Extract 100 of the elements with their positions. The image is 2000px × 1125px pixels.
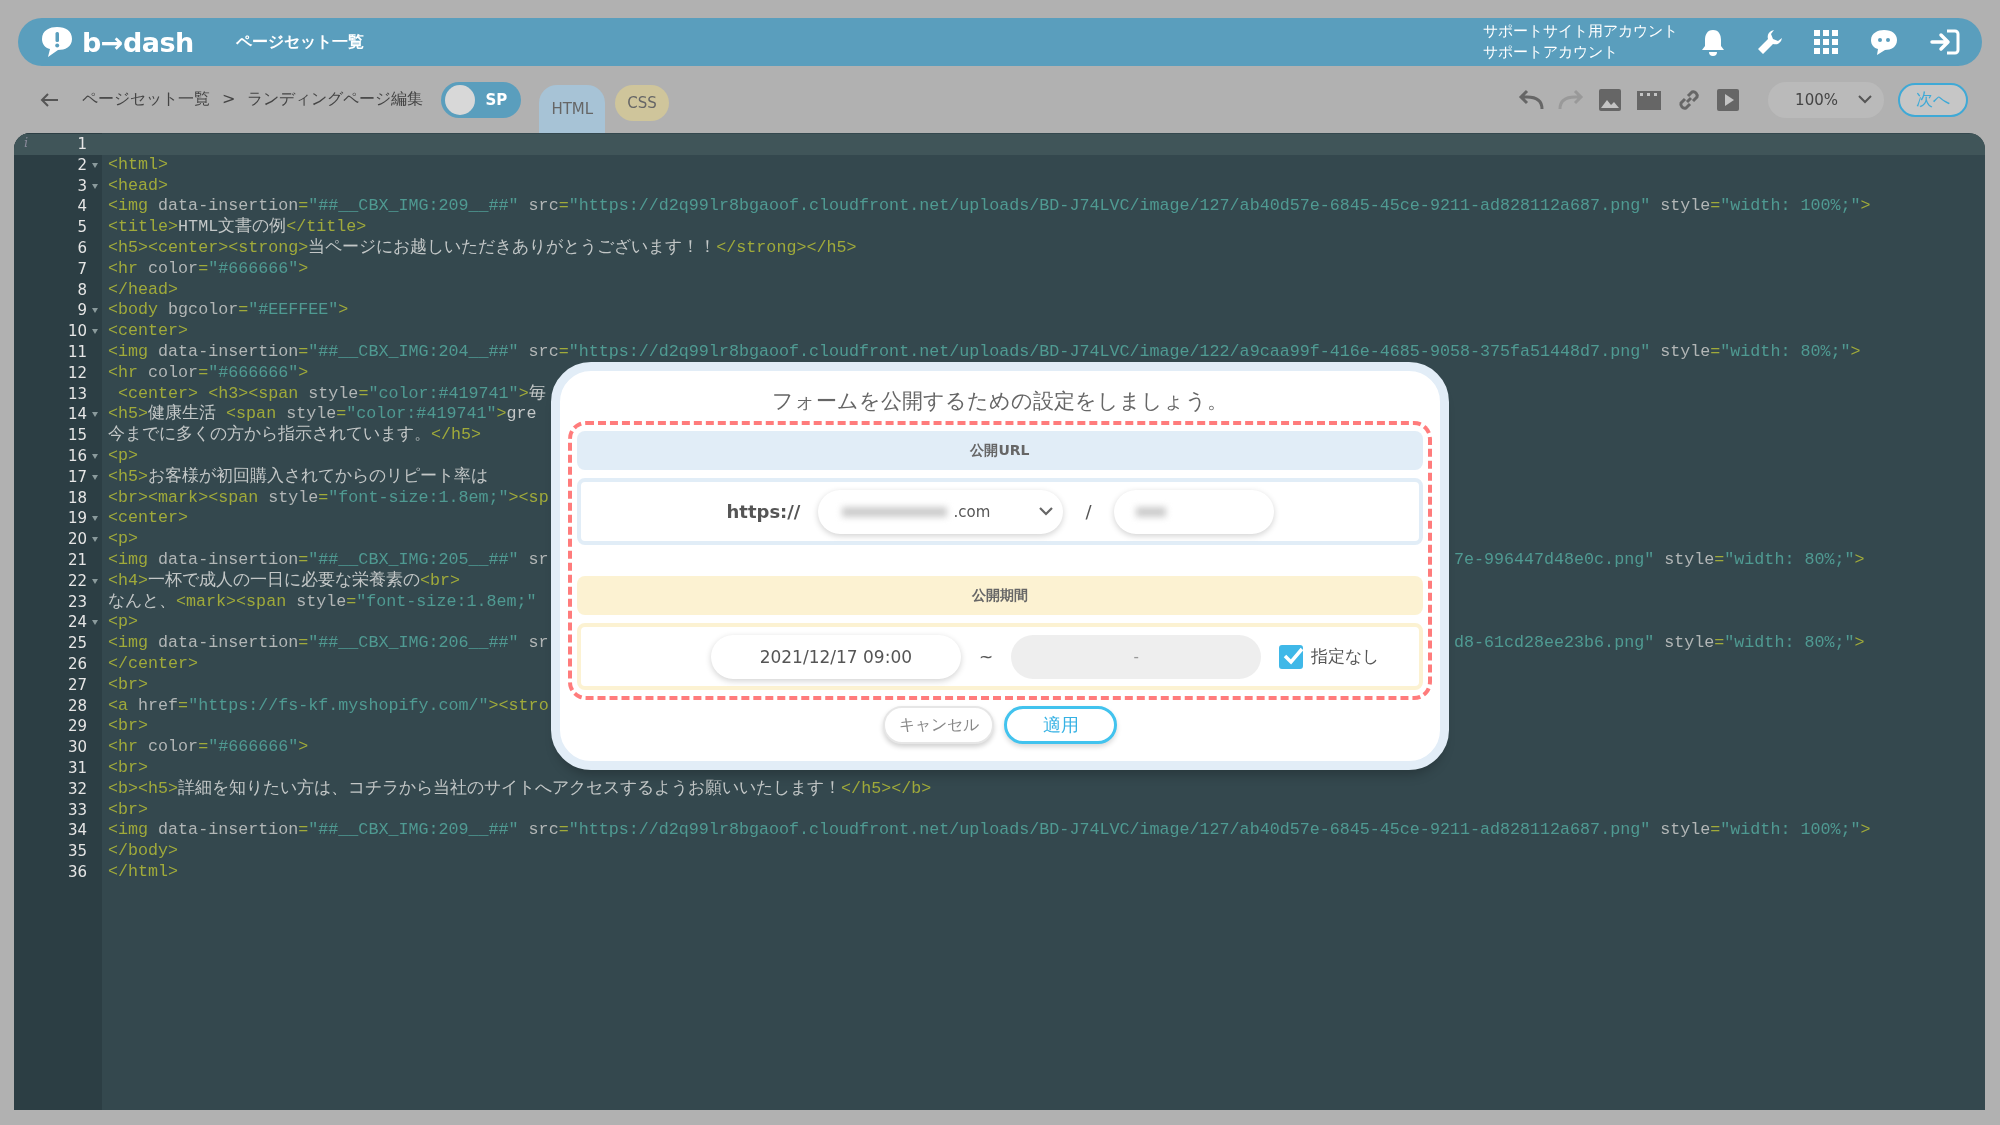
code-line: <hr color="#666666">	[107, 362, 309, 384]
line-number: 19	[14, 508, 102, 530]
code-line: <p>	[107, 612, 139, 634]
image-icon[interactable]	[1598, 87, 1622, 112]
editor-tab[interactable]: CSS	[615, 85, 669, 121]
dialog-title: フォームを公開するための設定をしましょう。	[772, 388, 1228, 415]
line-number: 22	[14, 570, 102, 592]
line-number: 2	[14, 154, 102, 176]
line-number: 9	[14, 300, 102, 322]
line-number: 34	[66, 820, 88, 842]
line-number: 30	[66, 737, 88, 758]
wrench-icon[interactable]	[1756, 28, 1784, 56]
checkbox[interactable]	[1279, 644, 1304, 669]
code-line: <p>	[107, 529, 139, 550]
code-line: <title>HTML文書の例</title>	[107, 217, 367, 238]
redacted-text	[1135, 506, 1166, 517]
line-number: 5	[76, 217, 88, 238]
code-line: <head>	[107, 175, 169, 197]
line-number: 24	[14, 612, 102, 634]
code-line: <center> <h3><span style="color:#419741">毎	[117, 383, 546, 404]
code-line: <br>	[107, 757, 149, 779]
code-line: </center>	[107, 653, 199, 675]
code-line: </html>	[107, 861, 179, 883]
start-date-field[interactable]: 2021/12/17 09:00	[710, 634, 961, 679]
line-number: 36	[66, 861, 88, 883]
code-line: <center>	[107, 508, 189, 530]
code-line: <br>	[107, 799, 149, 821]
account-name: サポートアカウント	[1483, 42, 1619, 63]
cancel-button[interactable]: キャンセル	[883, 706, 994, 744]
fold-icon[interactable]	[92, 516, 98, 522]
code-line: <hr color="#666666">	[107, 258, 309, 280]
undo-icon[interactable]	[1518, 88, 1544, 111]
zoom-select[interactable]: 100%	[1768, 81, 1884, 118]
code-line: <br>	[107, 674, 149, 696]
domain-select[interactable]: .com	[818, 489, 1064, 534]
code-line: <img data-insertion="##__CBX_IMG:209__##" src="https://d2q99lr8bgaoof.cloudfront.net/uploads/BD-J74LVC/image/127/ab40d57e-6845-45ce-9211-ad828112a687.png" style="width: 100%;">	[107, 820, 1871, 842]
line-number: 35	[66, 841, 88, 862]
breadcrumb-item[interactable]: ランディングページ編集	[247, 89, 424, 110]
fold-icon[interactable]	[92, 329, 98, 335]
code-line: <html>	[107, 154, 169, 176]
code-line: <img data-insertion="##__CBX_IMG:206__##" sr	[107, 633, 550, 654]
line-number: 27	[66, 674, 88, 696]
line-number: 11	[66, 341, 88, 363]
line-number: 17	[14, 466, 102, 488]
line-number: 29	[66, 716, 88, 738]
fold-icon[interactable]	[92, 620, 98, 626]
url-scheme: https://	[726, 501, 801, 522]
code-line: <img data-insertion="##__CBX_IMG:204__##" src="https://d2q99lr8bgaoof.cloudfront.net/uploads/BD-J74LVC/image/122/a9caa99f-416e-4685-9058-375fa51448d7.png" style="width: 80%;">	[107, 341, 1861, 363]
line-number: 32	[66, 778, 88, 800]
line-number: 4	[76, 196, 88, 218]
line-number: 23	[66, 591, 88, 613]
caret-icon	[1039, 507, 1054, 516]
checkbox-label: 指定なし	[1311, 645, 1380, 668]
path-field[interactable]	[1113, 489, 1274, 534]
code-line: d8-61cd28ee23b6.png" style="width: 80%;">	[1453, 633, 1865, 654]
fold-icon[interactable]	[92, 162, 98, 168]
line-number: 8	[76, 279, 88, 301]
code-line: <h5>健康生活 <span style="color:#419741">gre	[107, 404, 537, 425]
code-line: 7e-996447d48e0c.png" style="width: 80%;">	[1453, 549, 1865, 571]
code-line: <img data-insertion="##__CBX_IMG:209__##" src="https://d2q99lr8bgaoof.cloudfront.net/uploads/BD-J74LVC/image/127/ab40d57e-6845-45ce-9211-ad828112a687.png" style="width: 100%;">	[107, 196, 1871, 217]
back-arrow-icon[interactable]	[40, 91, 60, 108]
fold-icon[interactable]	[92, 453, 98, 459]
play-icon[interactable]	[1716, 87, 1740, 112]
code-line: <a href="https://fs-kf.myshopify.com/"><stro	[107, 695, 549, 717]
chat-icon[interactable]	[1868, 28, 1900, 56]
range-sign: ~	[978, 646, 994, 667]
fold-icon[interactable]	[92, 474, 98, 480]
fold-icon[interactable]	[92, 183, 98, 189]
logo-text: b→dash	[82, 26, 194, 58]
line-number: 14	[14, 404, 102, 426]
line-number: 16	[14, 445, 102, 467]
editor-tab[interactable]: HTML	[539, 85, 606, 133]
code-line: なんと、<mark><span style="font-size:1.8em;"	[107, 591, 537, 613]
apply-button[interactable]: 適用	[1004, 706, 1117, 744]
line-number: 7	[76, 258, 88, 280]
sign-in-icon[interactable]	[1930, 28, 1960, 56]
device-toggle[interactable]: SP	[441, 81, 522, 118]
page-title: ページセット一覧	[235, 31, 364, 53]
code-line: <h5><center><strong>当ページにお越しいただきありがとうございます！！</strong></h5>	[107, 238, 857, 259]
code-line: <br><mark><span style="font-size:1.8em;"><sp	[107, 487, 549, 509]
bell-icon[interactable]	[1700, 28, 1726, 56]
code-line: <p>	[107, 445, 139, 467]
fold-icon[interactable]	[92, 308, 98, 314]
line-number: 21	[66, 549, 88, 571]
line-number: 18	[66, 487, 88, 509]
section-heading: 公開URL	[577, 431, 1423, 470]
breadcrumb-item[interactable]: ページセット一覧	[82, 89, 210, 110]
breadcrumb-separator: >	[222, 89, 236, 110]
grid-icon[interactable]	[1814, 30, 1838, 54]
code-line: 今までに多くの方から指示されています。</h5>	[107, 425, 482, 446]
line-number: 31	[66, 757, 88, 779]
fold-icon[interactable]	[92, 578, 98, 584]
fold-icon[interactable]	[92, 412, 98, 418]
line-number: 10	[14, 321, 102, 342]
caret-icon	[1858, 95, 1872, 104]
code-line: <img data-insertion="##__CBX_IMG:205__##" sr	[107, 549, 550, 571]
fold-icon[interactable]	[92, 537, 98, 543]
code-line: <h4>一杯で成人の一日に必要な栄養素の<br>	[107, 570, 461, 592]
section-heading: 公開期間	[577, 576, 1423, 615]
account-name: サポートサイト用アカウント	[1483, 21, 1678, 42]
